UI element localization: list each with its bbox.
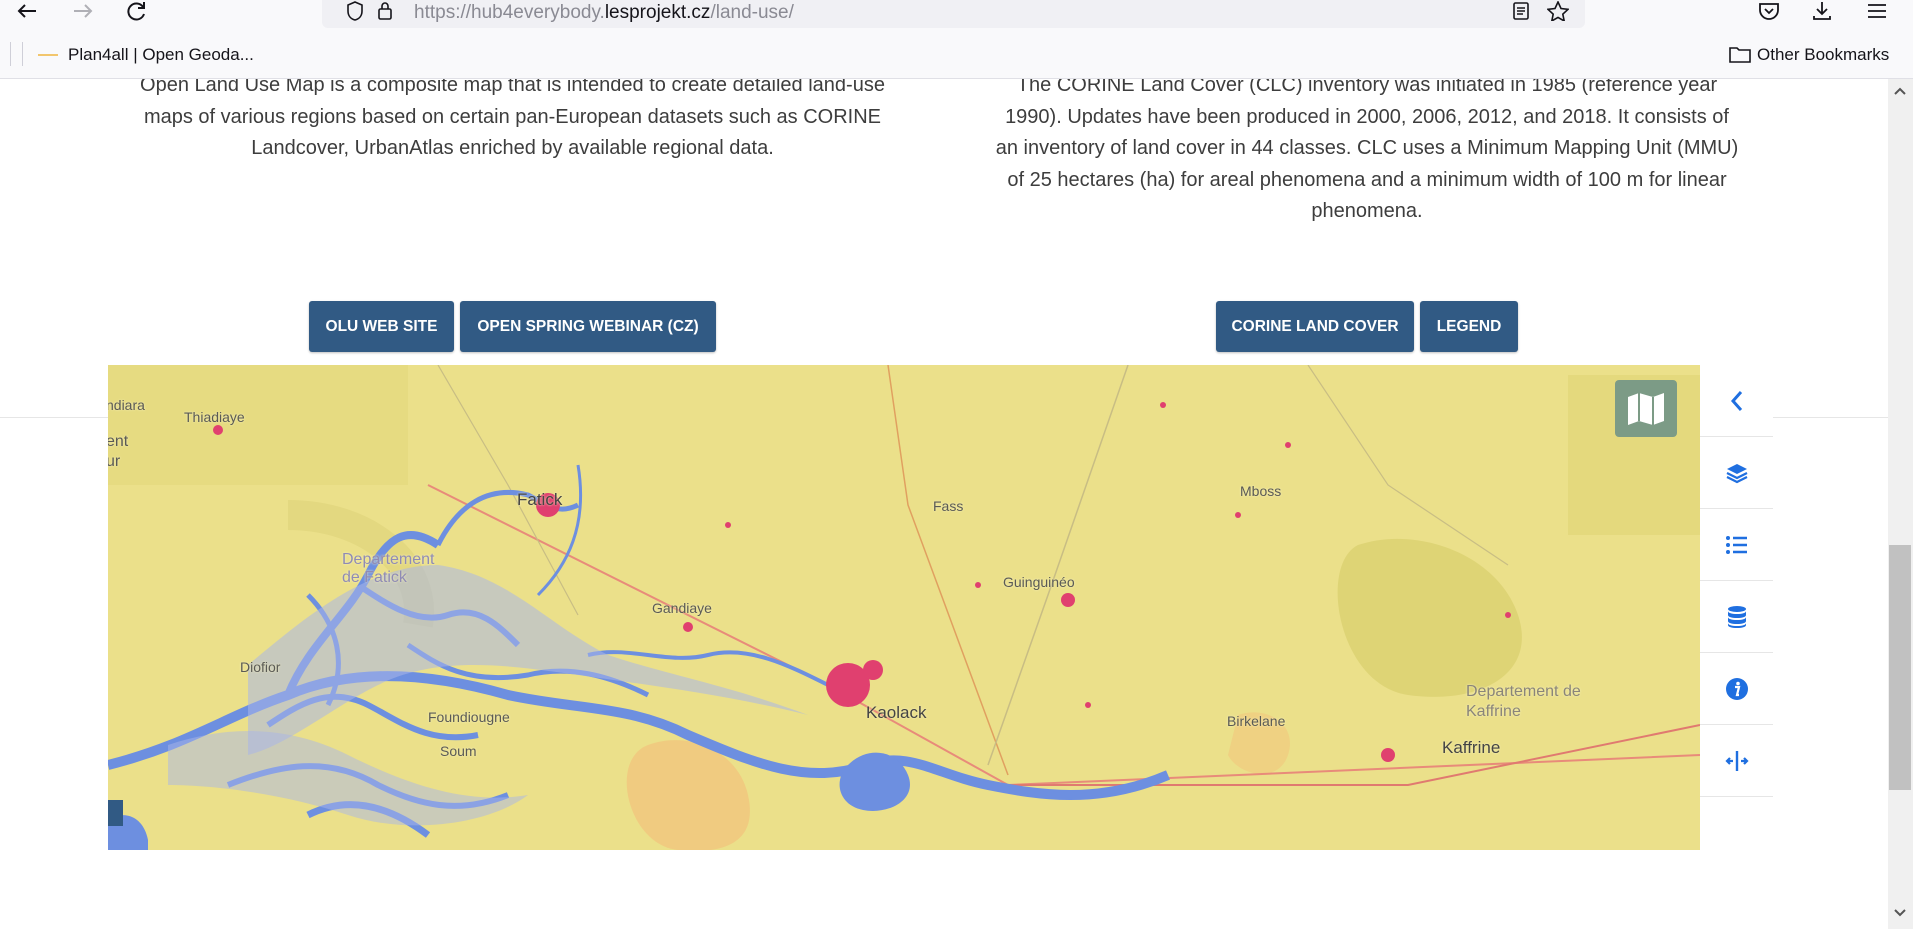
panel-toggle-icon[interactable] xyxy=(108,800,123,826)
folder-icon xyxy=(1729,45,1751,68)
reload-icon[interactable] xyxy=(122,0,152,22)
olu-website-button[interactable]: OLU WEB SITE xyxy=(309,301,454,352)
compare-button[interactable] xyxy=(1700,725,1773,797)
map-label: Fatick xyxy=(517,490,563,509)
legend-list-button[interactable] xyxy=(1700,509,1773,581)
map-label: Departement de Fatick xyxy=(342,551,435,586)
url-bar[interactable]: https://hub4everybody.lesprojekt.cz/land… xyxy=(322,0,1585,28)
url-text[interactable]: https://hub4everybody.lesprojekt.cz/land… xyxy=(414,2,794,24)
scrollbar-thumb[interactable] xyxy=(1889,545,1911,790)
map-canvas[interactable] xyxy=(108,365,1700,850)
menu-icon[interactable] xyxy=(1862,0,1892,22)
map-label: Thiadiaye xyxy=(184,409,245,425)
map-label: Gandiaye xyxy=(652,600,712,616)
map-label: Kaffrine xyxy=(1442,738,1501,757)
layers-icon xyxy=(1726,463,1747,483)
open-spring-webinar-button[interactable]: OPEN SPRING WEBINAR (CZ) xyxy=(460,301,716,352)
map-label: Foundiougne xyxy=(428,709,510,725)
chevron-left-icon xyxy=(1730,390,1742,411)
map-label: ur xyxy=(108,453,121,470)
map-label: Departement de Kaffrine xyxy=(1466,683,1581,720)
scroll-down-icon[interactable] xyxy=(1888,903,1913,923)
legend-button[interactable]: LEGEND xyxy=(1420,301,1518,352)
list-icon xyxy=(1725,535,1747,554)
land-use-map[interactable]: ndiara Thiadiaye ent ur Fatick Departeme… xyxy=(108,365,1700,850)
reader-view-icon[interactable] xyxy=(1506,0,1536,22)
map-label: Kaolack xyxy=(866,703,927,722)
collapse-panel-button[interactable] xyxy=(1700,365,1773,437)
scroll-up-icon[interactable] xyxy=(1888,81,1913,101)
map-icon xyxy=(1628,392,1664,425)
corine-land-cover-button[interactable]: CORINE LAND COVER xyxy=(1216,301,1414,352)
data-catalog-button[interactable] xyxy=(1700,581,1773,653)
map-label: Guinguinéo xyxy=(1003,574,1075,590)
bookmark-favicon-icon xyxy=(38,54,58,56)
url-domain: lesprojekt.cz xyxy=(604,2,711,23)
url-prefix: https://hub4everybody. xyxy=(414,2,605,23)
page-scrollbar[interactable] xyxy=(1888,79,1913,929)
olu-description: Open Land Use Map is a composite map tha… xyxy=(140,79,885,159)
map-label: Soum xyxy=(440,743,477,759)
star-icon[interactable] xyxy=(1543,0,1573,22)
bookmarks-separator xyxy=(22,42,23,66)
map-label: Fass xyxy=(933,498,964,514)
other-bookmarks[interactable]: Other Bookmarks xyxy=(1757,45,1889,65)
map-label: ent xyxy=(108,433,129,450)
clc-description: The CORINE Land Cover (CLC) inventory wa… xyxy=(995,79,1739,222)
database-icon xyxy=(1727,605,1746,628)
map-side-panel xyxy=(1700,365,1773,800)
map-label: Birkelane xyxy=(1227,713,1286,729)
bookmarks-separator xyxy=(10,42,11,66)
basemap-switcher-button[interactable] xyxy=(1615,380,1677,437)
map-label: Diofior xyxy=(240,659,281,675)
layers-button[interactable] xyxy=(1700,437,1773,509)
info-icon xyxy=(1725,677,1748,700)
back-icon[interactable] xyxy=(12,0,42,22)
map-label: Mboss xyxy=(1240,483,1282,499)
bookmarks-bar: Plan4all | Open Geoda... Other Bookmarks xyxy=(0,28,1913,79)
compare-icon xyxy=(1724,750,1749,771)
url-path: /land-use/ xyxy=(710,2,794,23)
lock-icon[interactable] xyxy=(370,0,400,22)
bookmark-item[interactable]: Plan4all | Open Geoda... xyxy=(68,45,254,65)
shield-icon[interactable] xyxy=(340,0,370,22)
info-button[interactable] xyxy=(1700,653,1773,725)
forward-icon[interactable] xyxy=(68,0,98,22)
downloads-icon[interactable] xyxy=(1807,0,1837,22)
pocket-icon[interactable] xyxy=(1754,0,1784,22)
browser-toolbar: https://hub4everybody.lesprojekt.cz/land… xyxy=(0,0,1913,28)
map-label: ndiara xyxy=(108,397,145,413)
